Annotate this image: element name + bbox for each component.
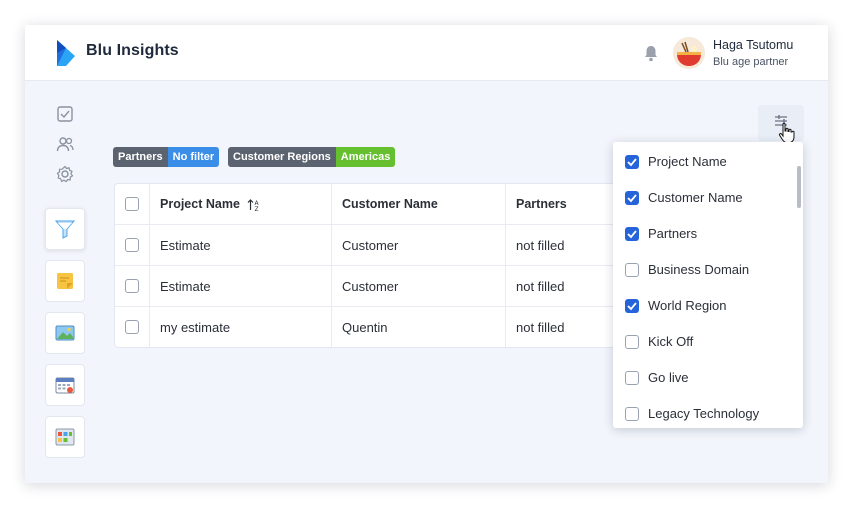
table-row[interactable]: Estimate Customer not filled (115, 266, 633, 307)
filter-value: Americas (335, 147, 396, 167)
funnel-icon (54, 220, 76, 239)
brand-name: Blu Insights (86, 42, 179, 59)
project-name-cell[interactable]: Estimate (160, 225, 211, 266)
partners-cell: not filled (516, 279, 565, 294)
customer-name-cell: Quentin (342, 320, 388, 335)
column-option-label[interactable]: Go live (648, 359, 688, 397)
filter-value: No filter (167, 147, 220, 167)
checkbox-checked[interactable] (625, 299, 639, 313)
column-option[interactable]: Legacy Technology (613, 395, 793, 428)
column-option[interactable]: Business Domain (613, 251, 793, 287)
checkbox-checked[interactable] (625, 191, 639, 205)
checkbox-unchecked[interactable] (625, 407, 639, 421)
filter-key: Partners (113, 147, 168, 167)
row-checkbox[interactable] (125, 279, 139, 293)
column-option[interactable]: Customer Name (613, 179, 793, 215)
column-option[interactable]: Kick Off (613, 323, 793, 359)
hand-cursor-icon (778, 122, 795, 144)
customer-name-cell: Customer (342, 238, 399, 253)
picture-icon (55, 325, 75, 341)
checkbox-checked[interactable] (625, 227, 639, 241)
app-window: Blu Insights Haga Tsutomu Blu age partne… (25, 25, 828, 483)
checkmark-icon (627, 302, 637, 311)
checkbox-unchecked[interactable] (625, 263, 639, 277)
board-icon (55, 428, 75, 446)
project-name-cell[interactable]: Estimate (160, 266, 211, 307)
users-icon[interactable] (56, 135, 74, 153)
user-name[interactable]: Haga Tsutomu (713, 38, 793, 52)
checkbox-unchecked[interactable] (625, 335, 639, 349)
notes-view-button[interactable] (45, 260, 85, 302)
sort-icon[interactable]: A Z (247, 198, 261, 212)
projects-table: Project Name A Z Customer Name Partners … (114, 183, 634, 348)
calendar-icon (55, 377, 75, 394)
user-role: Blu age partner (713, 56, 789, 68)
customer-name-cell: Customer (342, 279, 399, 294)
checkmark-icon (627, 194, 637, 203)
calendar-view-button[interactable] (45, 364, 85, 406)
checkbox-unchecked[interactable] (625, 371, 639, 385)
table-row[interactable]: Estimate Customer not filled (115, 225, 633, 266)
menu-scrollbar[interactable] (797, 166, 801, 208)
project-name-cell[interactable]: my estimate (160, 307, 230, 347)
top-bar: Blu Insights Haga Tsutomu Blu age partne… (25, 25, 828, 81)
column-option-label[interactable]: Business Domain (648, 251, 749, 289)
column-option-label[interactable]: Project Name (648, 143, 727, 181)
column-option[interactable]: Project Name (613, 143, 793, 179)
select-all-checkbox[interactable] (125, 197, 139, 211)
column-option[interactable]: Go live (613, 359, 793, 395)
column-option[interactable]: World Region (613, 287, 793, 323)
column-chooser-menu: Project Name Customer Name Partners Busi… (613, 142, 803, 428)
column-option-label[interactable]: Partners (648, 215, 697, 253)
checkmark-icon (627, 230, 637, 239)
board-view-button[interactable] (45, 416, 85, 458)
table-row[interactable]: my estimate Quentin not filled (115, 307, 633, 347)
column-option-label[interactable]: World Region (648, 287, 727, 325)
table-header-row: Project Name A Z Customer Name Partners (115, 184, 633, 225)
avatar[interactable] (673, 37, 705, 69)
column-header-customer-name[interactable]: Customer Name (342, 184, 438, 225)
gallery-view-button[interactable] (45, 312, 85, 354)
column-option-label[interactable]: Customer Name (648, 179, 743, 217)
row-checkbox[interactable] (125, 238, 139, 252)
column-header-partners[interactable]: Partners (516, 184, 567, 225)
column-option[interactable]: Partners (613, 215, 793, 251)
partners-cell: not filled (516, 320, 565, 335)
svg-text:Z: Z (255, 206, 259, 212)
sidebar (25, 82, 105, 482)
column-header-project-name[interactable]: Project Name (160, 184, 240, 225)
blu-insights-logo (57, 40, 75, 66)
checkmark-icon (627, 158, 637, 167)
checklist-icon[interactable] (56, 105, 74, 123)
row-checkbox[interactable] (125, 320, 139, 334)
filter-key: Customer Regions (228, 147, 336, 167)
ramen-bowl-icon (673, 37, 705, 69)
filter-badge-customer-regions[interactable]: Customer Regions Americas (228, 147, 396, 167)
column-option-label[interactable]: Legacy Technology (648, 395, 759, 428)
partners-cell: not filled (516, 238, 565, 253)
filter-view-button[interactable] (45, 208, 85, 250)
checkbox-checked[interactable] (625, 155, 639, 169)
column-option-label[interactable]: Kick Off (648, 323, 693, 361)
notification-bell-icon[interactable] (643, 44, 659, 62)
column-settings-button[interactable] (758, 105, 804, 144)
sticky-note-icon (57, 273, 73, 289)
settings-icon[interactable] (56, 165, 74, 183)
filter-badge-partners[interactable]: Partners No filter (113, 147, 220, 167)
